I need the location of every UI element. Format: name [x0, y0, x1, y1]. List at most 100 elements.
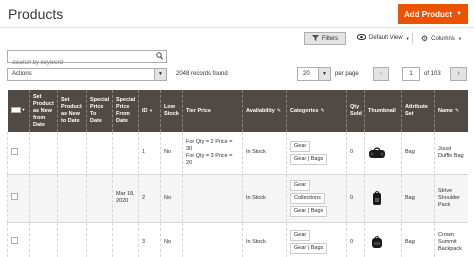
- column-tier-price[interactable]: Tier Price: [182, 90, 243, 132]
- backpack-icon[interactable]: [368, 234, 386, 250]
- search-icon[interactable]: [156, 52, 164, 62]
- table-row[interactable]: 1 No For Qty = 2 Price = 30 For Qty = 3 …: [7, 132, 468, 175]
- column-id[interactable]: ID ▼: [138, 90, 161, 132]
- cell-qty-sold: 0: [346, 132, 365, 175]
- cell-id: 2: [138, 174, 161, 223]
- cell-attribute-set: Bag: [401, 222, 435, 257]
- select-all-checkbox[interactable]: [10, 106, 21, 113]
- cell-thumbnail: [364, 222, 402, 257]
- column-name[interactable]: Name ✎: [434, 90, 468, 132]
- cell-tier-price: For Qty = 2 Price = 30 For Qty = 3 Price…: [182, 132, 243, 175]
- column-thumbnail: Thumbnail: [364, 90, 402, 132]
- cell-special-to: [86, 174, 113, 223]
- columns-label: Columns: [431, 35, 455, 42]
- table-row[interactable]: Mar 18, 2020 2 No In Stock Gear Collecti…: [7, 174, 468, 223]
- cell-categories: Gear Collections Gear | Bags: [286, 174, 347, 223]
- view-label: Default View: [369, 35, 403, 41]
- column-availability[interactable]: Availability ✎: [242, 90, 287, 132]
- cell-availability: In Stock: [242, 174, 287, 223]
- previous-page-button[interactable]: ‹: [373, 67, 389, 81]
- chevron-down-icon: ▼: [318, 68, 330, 80]
- chevron-right-icon: ›: [457, 70, 460, 77]
- cell-qty-sold: 0: [346, 222, 365, 257]
- cell-set-new-to: [57, 132, 87, 175]
- chevron-down-icon[interactable]: ▼: [22, 106, 26, 113]
- cell-thumbnail: [364, 174, 402, 223]
- actions-label: Actions: [12, 71, 32, 77]
- next-page-button[interactable]: ›: [450, 67, 467, 81]
- column-special-from[interactable]: Special Price From Date: [112, 90, 139, 132]
- cell-attribute-set: Bag: [401, 174, 435, 223]
- row-checkbox[interactable]: [11, 193, 18, 200]
- mass-action-select[interactable]: ▼: [7, 90, 30, 132]
- cell-name: Strive Shoulder Pack: [434, 174, 468, 223]
- per-page-select[interactable]: 20 ▼: [297, 67, 331, 81]
- divider: [0, 27, 474, 28]
- category-tag: Gear: [290, 230, 311, 241]
- cell-set-new-from: [29, 132, 58, 175]
- cell-name: Crown Summit Backpack: [434, 222, 468, 257]
- cell-id: 1: [138, 132, 161, 175]
- cell-tier-price: [182, 222, 243, 257]
- column-attribute-set[interactable]: Attribute Set: [401, 90, 435, 132]
- chevron-down-icon: ▼: [154, 69, 166, 80]
- tier-price-line: For Qty = 2 Price = 30: [186, 138, 233, 152]
- cell-categories: Gear Gear | Bags: [286, 132, 347, 175]
- pencil-icon: ✎: [320, 107, 325, 114]
- filter-icon: [311, 34, 319, 43]
- records-count: 2048 records found: [176, 71, 228, 77]
- cell-special-from: [112, 132, 139, 175]
- cell-attribute-set: Bag: [401, 132, 435, 175]
- row-checkbox[interactable]: [11, 237, 18, 244]
- eye-icon: [356, 33, 367, 42]
- category-tag: Collections: [290, 192, 325, 204]
- table-row[interactable]: 3 No In Stock Gear Gear | Bags 0 Bag Cro…: [7, 222, 468, 257]
- cell-tier-price: [182, 174, 243, 223]
- cell-low-stock: No: [160, 174, 183, 223]
- category-tag: Gear: [290, 140, 311, 152]
- cell-low-stock: No: [160, 222, 183, 257]
- filters-label: Filters: [321, 35, 339, 42]
- current-page-input[interactable]: 1: [402, 67, 420, 81]
- cell-set-new-from: [29, 222, 58, 257]
- column-categories[interactable]: Categories ✎: [286, 90, 347, 132]
- cell-id: 3: [138, 222, 161, 257]
- category-tag: Gear | Bags: [290, 205, 328, 217]
- sort-down-icon: ▼: [149, 108, 153, 113]
- columns-selector[interactable]: ⚙ Columns ▼: [421, 34, 462, 43]
- column-special-to[interactable]: Special Price To Date: [86, 90, 113, 132]
- column-low-stock[interactable]: Low Stock: [160, 90, 183, 132]
- page-title: Products: [8, 6, 64, 22]
- category-tag: Gear: [290, 179, 311, 191]
- add-product-label: Add Product: [404, 9, 453, 19]
- category-tag: Gear | Bags: [290, 153, 328, 165]
- actions-dropdown[interactable]: Actions ▼: [7, 68, 167, 81]
- per-page-label: per page: [335, 71, 359, 77]
- cell-availability: In Stock: [242, 222, 287, 257]
- per-page-value: 20: [303, 71, 310, 77]
- backpack-icon[interactable]: [368, 190, 386, 206]
- column-set-new-to[interactable]: Set Product as New to Date: [57, 90, 87, 132]
- row-checkbox[interactable]: [11, 147, 18, 155]
- toolbar-separator: [412, 33, 413, 44]
- cell-qty-sold: 0: [346, 174, 365, 223]
- tier-price-line: For Qty = 3 Price = 20: [186, 152, 233, 166]
- pencil-icon: ✎: [454, 107, 460, 114]
- filters-button[interactable]: Filters: [304, 32, 346, 45]
- row-select-cell: [7, 222, 30, 257]
- add-product-button[interactable]: Add Product ▼: [398, 4, 468, 24]
- chevron-left-icon: ‹: [379, 70, 383, 77]
- cell-categories: Gear Gear | Bags: [286, 222, 347, 257]
- row-select-cell: [7, 174, 30, 223]
- column-qty-sold[interactable]: Qty Sold: [346, 90, 365, 132]
- column-set-new-from[interactable]: Set Product as New from Date: [29, 90, 58, 132]
- total-pages-label: of 103: [424, 71, 441, 77]
- chevron-down-icon: ▼: [457, 36, 462, 41]
- cell-set-new-from: [29, 174, 58, 223]
- cell-special-from: Mar 18, 2020: [112, 174, 139, 223]
- cell-special-to: [86, 222, 113, 257]
- search-input[interactable]: [8, 57, 148, 69]
- cell-thumbnail: [364, 132, 402, 175]
- duffle-bag-icon[interactable]: [368, 145, 386, 161]
- view-selector[interactable]: Default View ▼: [356, 33, 410, 42]
